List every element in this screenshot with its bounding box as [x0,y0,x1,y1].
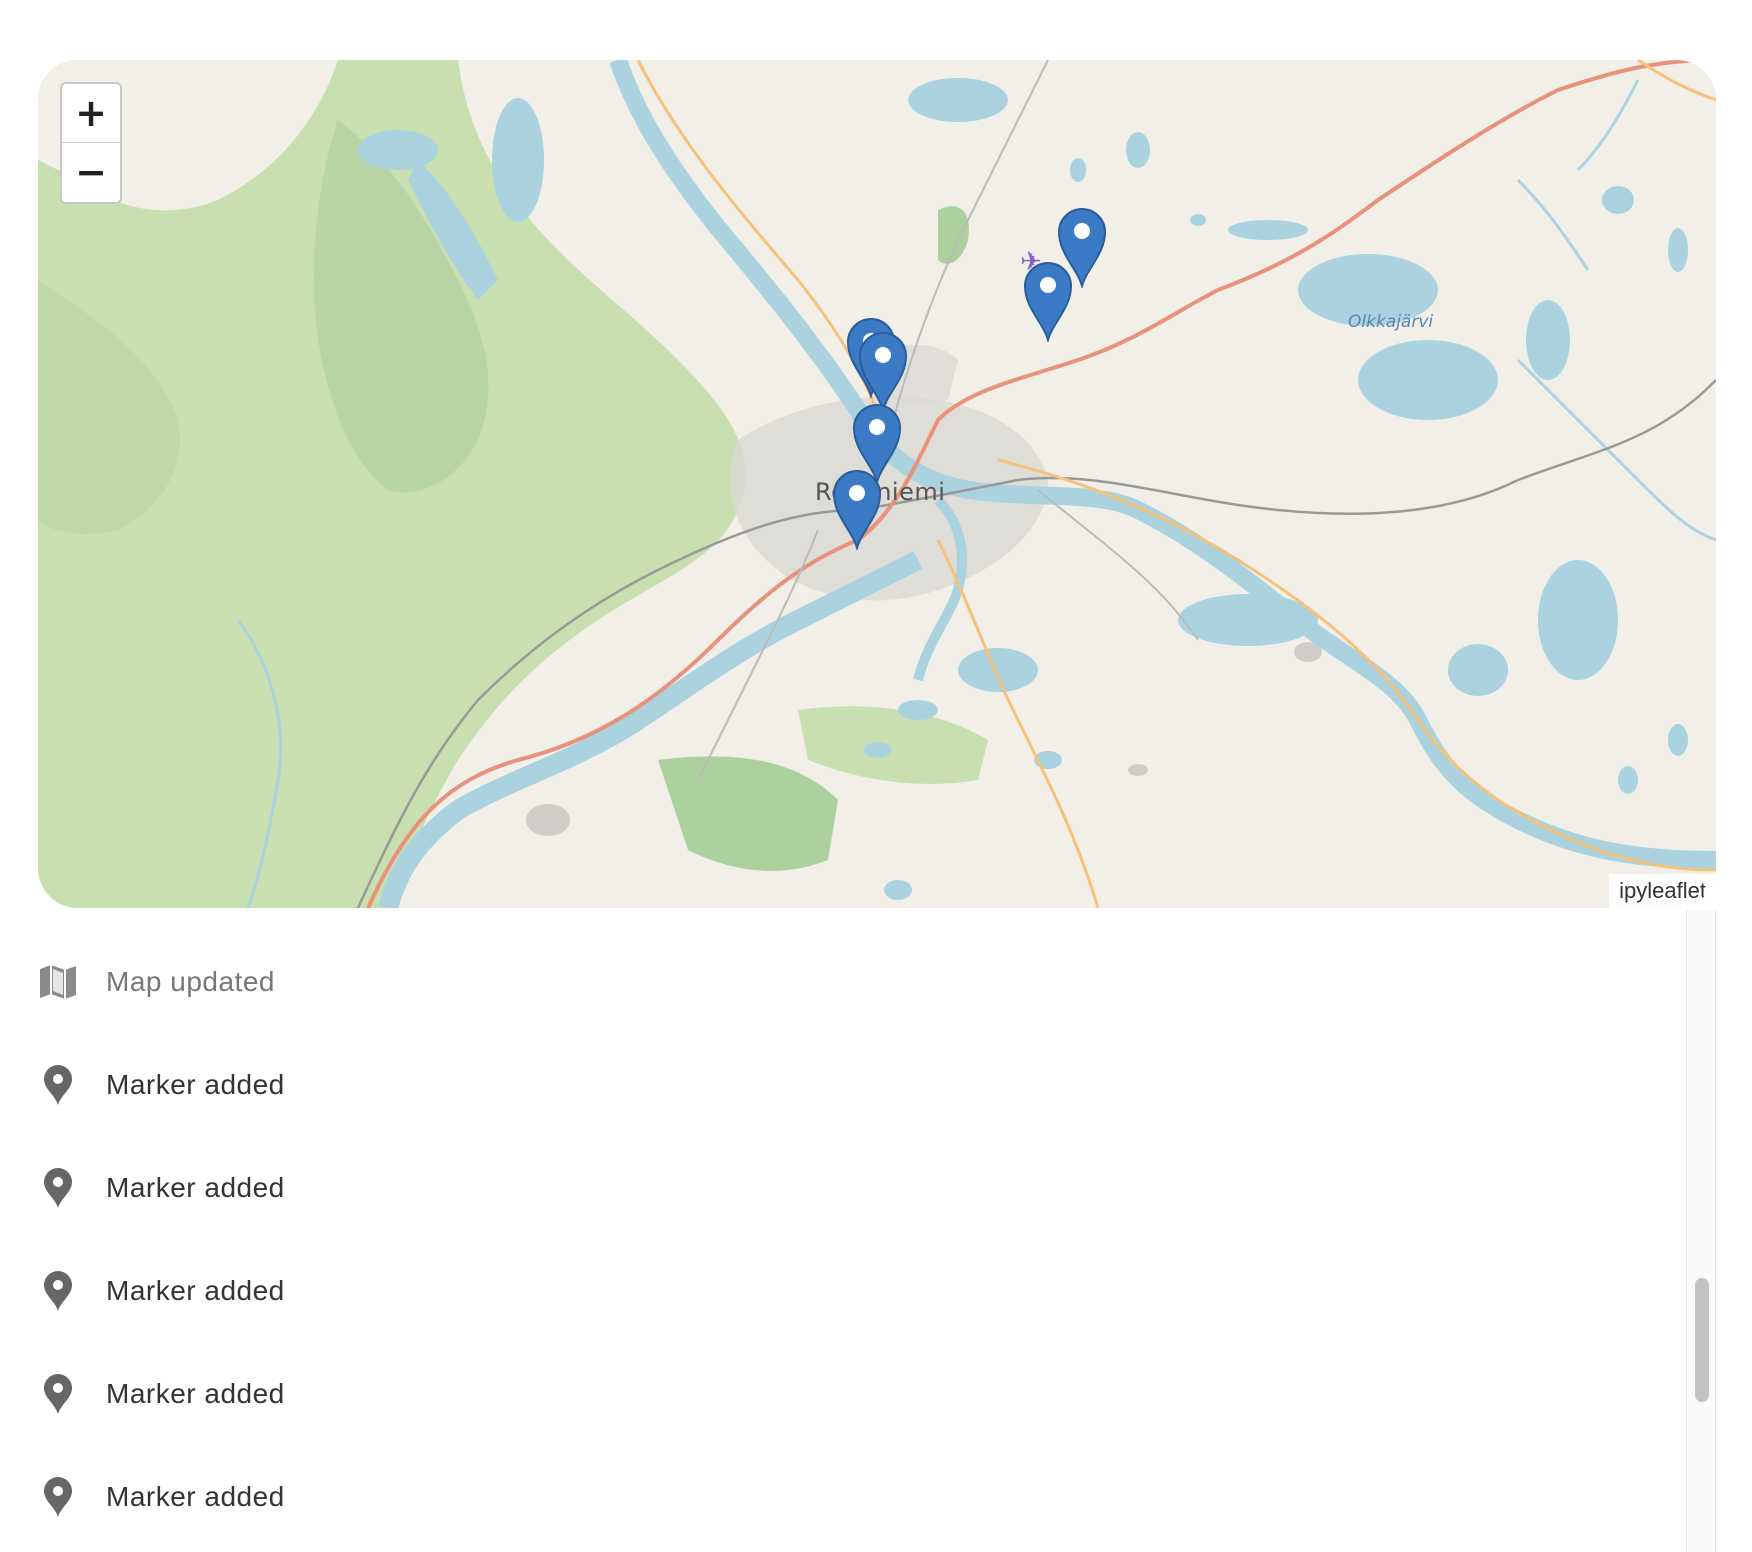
log-item-marker-added: Marker added [0,1342,1686,1445]
map-marker-icon [832,470,882,550]
map-marker-icon [38,1167,78,1208]
map-marker-icon [1057,208,1107,288]
scrollbar-thumb[interactable] [1695,1278,1709,1402]
log-item-text: Map updated [106,965,275,997]
map-marker-icon [38,1373,78,1414]
log-item-text: Marker added [106,1171,285,1203]
zoom-out-button[interactable]: − [62,143,120,201]
map-marker-icon [38,1064,78,1105]
zoom-in-button[interactable]: + [62,84,120,143]
log-item-text: Marker added [106,1068,285,1100]
map-attribution[interactable]: ipyleaflet [1609,874,1716,908]
log-item-text: Marker added [106,1377,285,1409]
log-item-marker-added: Marker added [0,1445,1686,1548]
log-item-text: Marker added [106,1480,285,1512]
map-marker-icon [38,1270,78,1311]
map-marker-icon [38,1476,78,1517]
map-marker-2[interactable] [858,330,908,412]
log-item-marker-added: Marker added [0,1239,1686,1342]
event-log: Map updated Marker added Marker added Ma… [0,930,1686,1552]
log-item-marker-added: Marker added [0,1033,1686,1136]
log-item-marker-added: Marker added [0,1136,1686,1239]
log-item-map-updated: Map updated [0,930,1686,1033]
log-item-text: Marker added [106,1274,285,1306]
zoom-control: + − [60,82,122,204]
map-marker-6[interactable] [1057,206,1107,288]
map-view[interactable]: ✈ Rovaniemi Olkkajärvi [38,60,1716,908]
map-icon [38,962,78,1002]
map-marker-icon [858,332,908,412]
lake-label: Olkkajärvi [1348,312,1434,332]
log-scrollbar[interactable] [1686,910,1716,1552]
map-marker-4[interactable] [832,468,882,550]
